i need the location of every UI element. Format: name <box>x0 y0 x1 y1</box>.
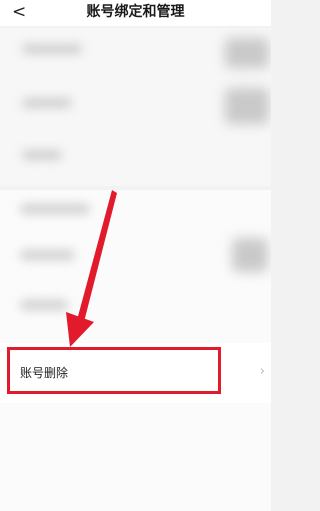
blurred-avatar <box>232 238 268 272</box>
delete-account-row[interactable]: 账号删除 › <box>0 343 271 403</box>
top-bar: < 账号绑定和管理 <box>0 0 271 26</box>
blurred-text <box>20 204 90 214</box>
blurred-avatar <box>225 38 269 68</box>
page-title: 账号绑定和管理 <box>86 4 185 20</box>
blurred-text <box>22 98 72 108</box>
blurred-text <box>20 300 68 310</box>
blurred-text <box>22 150 62 160</box>
blurred-avatar <box>225 88 269 124</box>
chevron-right-icon: › <box>259 364 265 379</box>
blurred-text <box>20 250 75 260</box>
delete-account-label: 账号删除 <box>20 366 69 380</box>
bound-accounts-section <box>0 28 271 186</box>
blurred-text <box>22 44 82 54</box>
